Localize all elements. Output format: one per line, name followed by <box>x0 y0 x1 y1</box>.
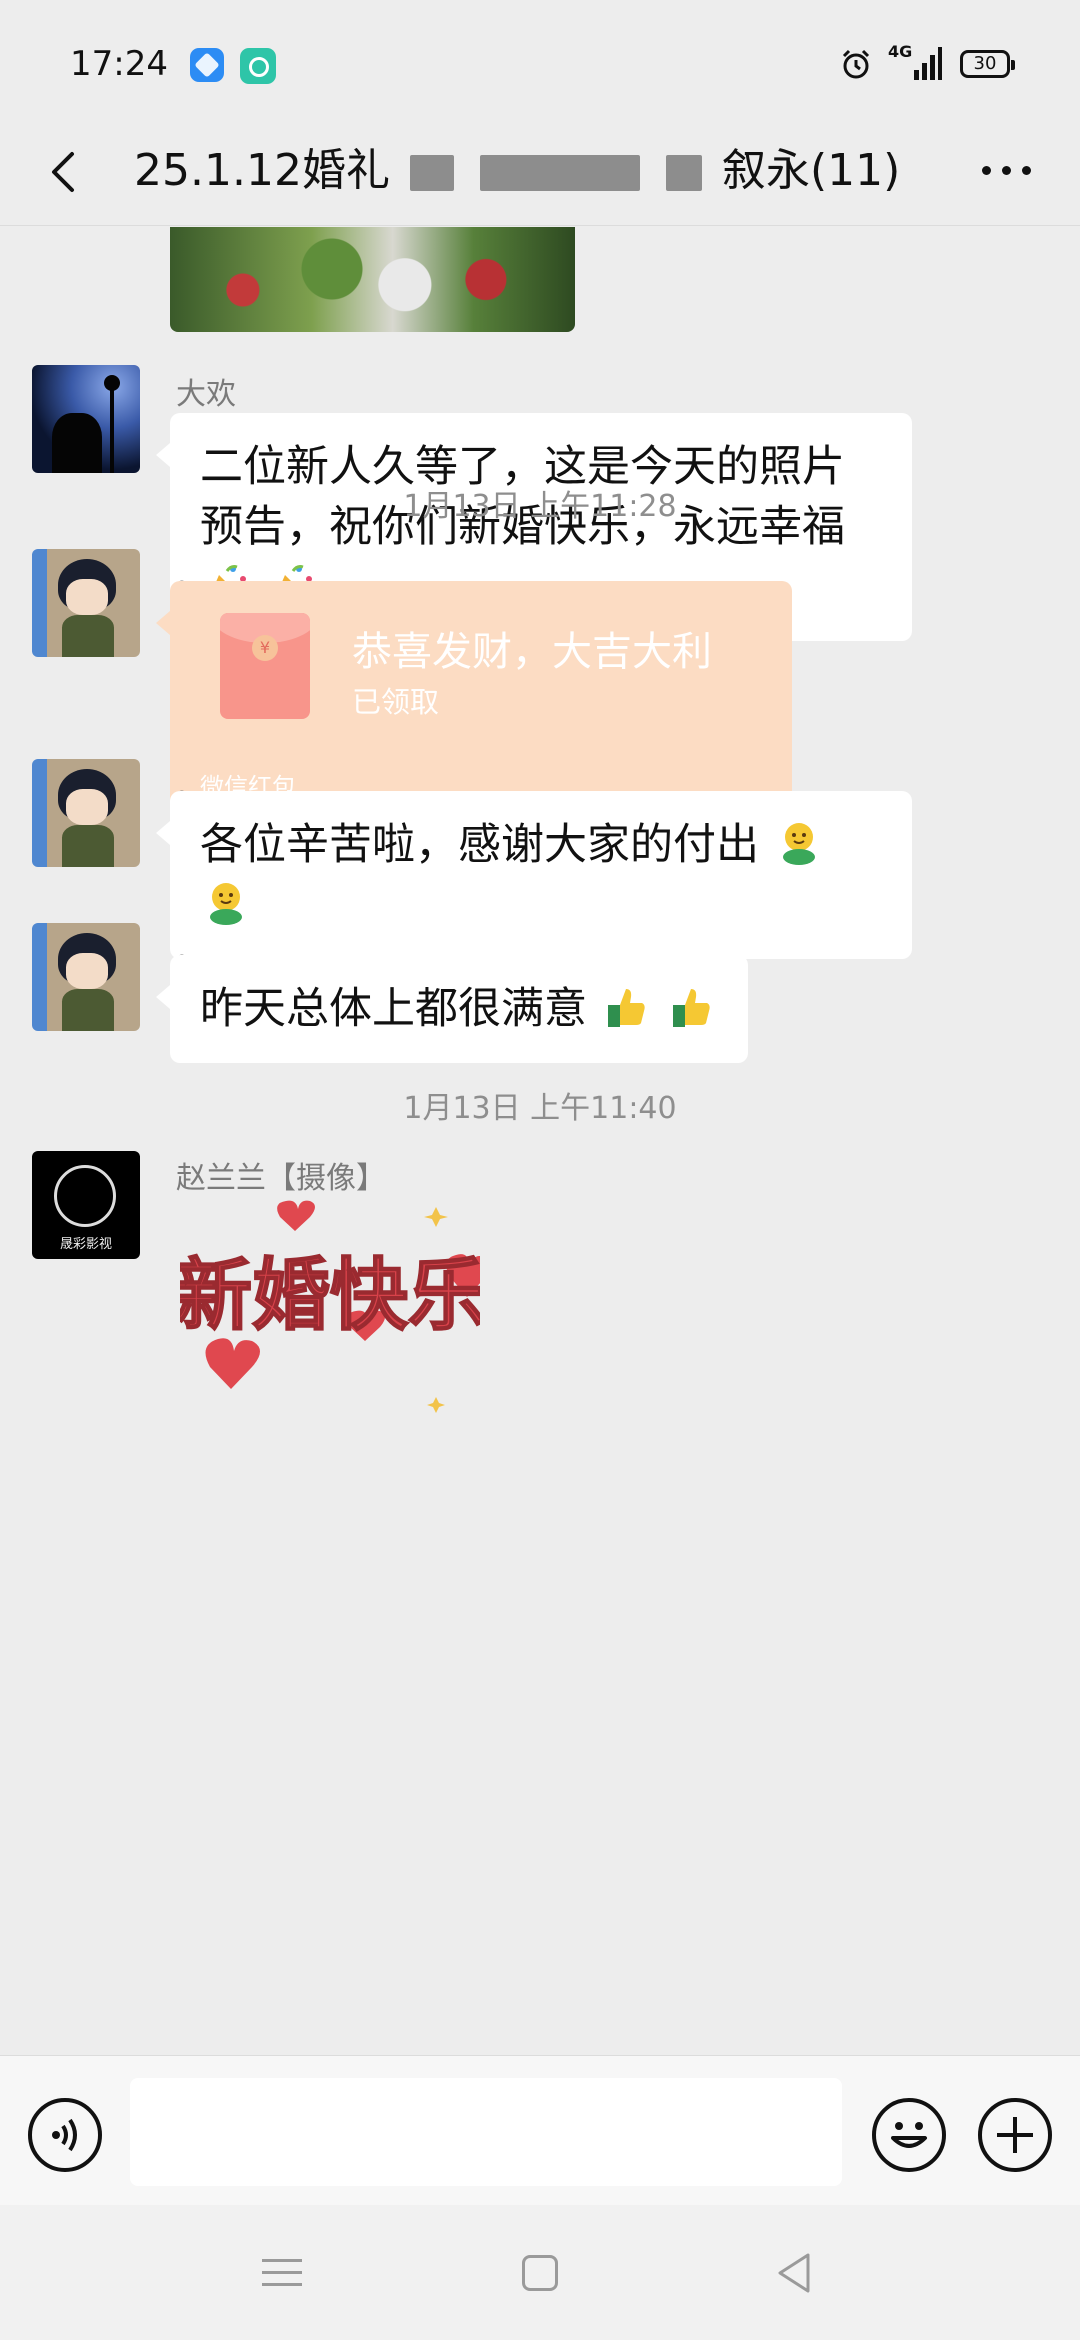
sender-name: 大欢 <box>176 377 236 412</box>
hugging-face-icon <box>782 823 815 865</box>
redacted-block <box>665 155 702 191</box>
chat-input-bar <box>0 2055 1080 2205</box>
battery-icon: 30 <box>960 50 1015 78</box>
message-input[interactable] <box>130 2078 842 2186</box>
studio-logo-icon <box>54 1165 116 1227</box>
status-bar: 17:24 4G 30 <box>0 0 1080 120</box>
system-back-icon[interactable] <box>774 2251 814 2295</box>
sticker-text: 新婚快乐 <box>180 1251 480 1341</box>
timestamp-divider: 1月13日 上午11:40 <box>403 1091 677 1126</box>
plus-icon <box>997 2117 1033 2153</box>
avatar[interactable] <box>32 759 140 867</box>
smiley-icon <box>891 2122 927 2148</box>
thumbs-up-icon <box>673 989 711 1027</box>
signal-icon <box>914 47 942 80</box>
network-type: 4G <box>888 42 913 61</box>
sticker-message[interactable]: 新婚快乐 <box>180 1197 480 1437</box>
avatar[interactable]: 晟彩影视 <box>32 1151 140 1259</box>
redacted-block <box>479 155 640 191</box>
message-text: 昨天总体上都很满意 <box>200 984 587 1034</box>
voice-input-button[interactable] <box>28 2098 102 2172</box>
back-arrow-icon[interactable] <box>38 142 88 202</box>
system-navigation-bar <box>0 2205 1080 2340</box>
alarm-icon <box>842 49 870 79</box>
message-bubble[interactable]: 昨天总体上都很满意 <box>155 955 749 1063</box>
avatar[interactable] <box>32 365 140 473</box>
app-notification-icon <box>190 48 224 82</box>
red-packet-status: 已领取 <box>352 685 440 719</box>
message-list[interactable]: 大欢 二位新人久等了，这是今天的照片预告，祝你们新婚快乐，永远幸福 1月13日 … <box>0 227 1080 2055</box>
message-bubble[interactable]: 各位辛苦啦，感谢大家的付出 <box>156 791 912 959</box>
chat-title: 25.1.12婚礼 叙永(11) <box>134 134 900 198</box>
hugging-face-icon <box>210 883 242 925</box>
emoji-button[interactable] <box>872 2098 946 2172</box>
avatar[interactable] <box>32 549 140 657</box>
message-text: 各位辛苦啦，感谢大家的付出 <box>200 820 759 870</box>
red-packet-icon: ¥ <box>220 613 310 719</box>
more-options-icon[interactable] <box>976 150 1036 190</box>
voice-icon <box>52 2118 77 2152</box>
timestamp-divider: 1月13日 上午11:28 <box>403 489 677 524</box>
studio-logo-text: 晟彩影视 <box>59 1237 112 1252</box>
chat-title-prefix: 25.1.12婚礼 <box>134 145 390 196</box>
recent-apps-icon[interactable] <box>262 2255 302 2289</box>
avatar[interactable] <box>32 923 140 1031</box>
redacted-block <box>409 155 454 191</box>
thumbs-up-icon <box>607 989 645 1027</box>
red-packet-title: 恭喜发财，大吉大利 <box>352 629 712 675</box>
chat-title-suffix: 叙永(11) <box>721 145 901 196</box>
photo-message[interactable] <box>170 227 575 332</box>
red-packet-message[interactable]: ¥ 恭喜发财，大吉大利 已领取 微信红包 <box>156 581 792 815</box>
more-functions-button[interactable] <box>978 2098 1052 2172</box>
chat-header: 25.1.12婚礼 叙永(11) <box>0 120 1080 226</box>
home-icon[interactable] <box>522 2255 558 2291</box>
sender-name: 赵兰兰【摄像】 <box>176 1161 386 1196</box>
status-time: 17:24 <box>70 44 168 84</box>
chat-app-notification-icon <box>240 48 276 84</box>
